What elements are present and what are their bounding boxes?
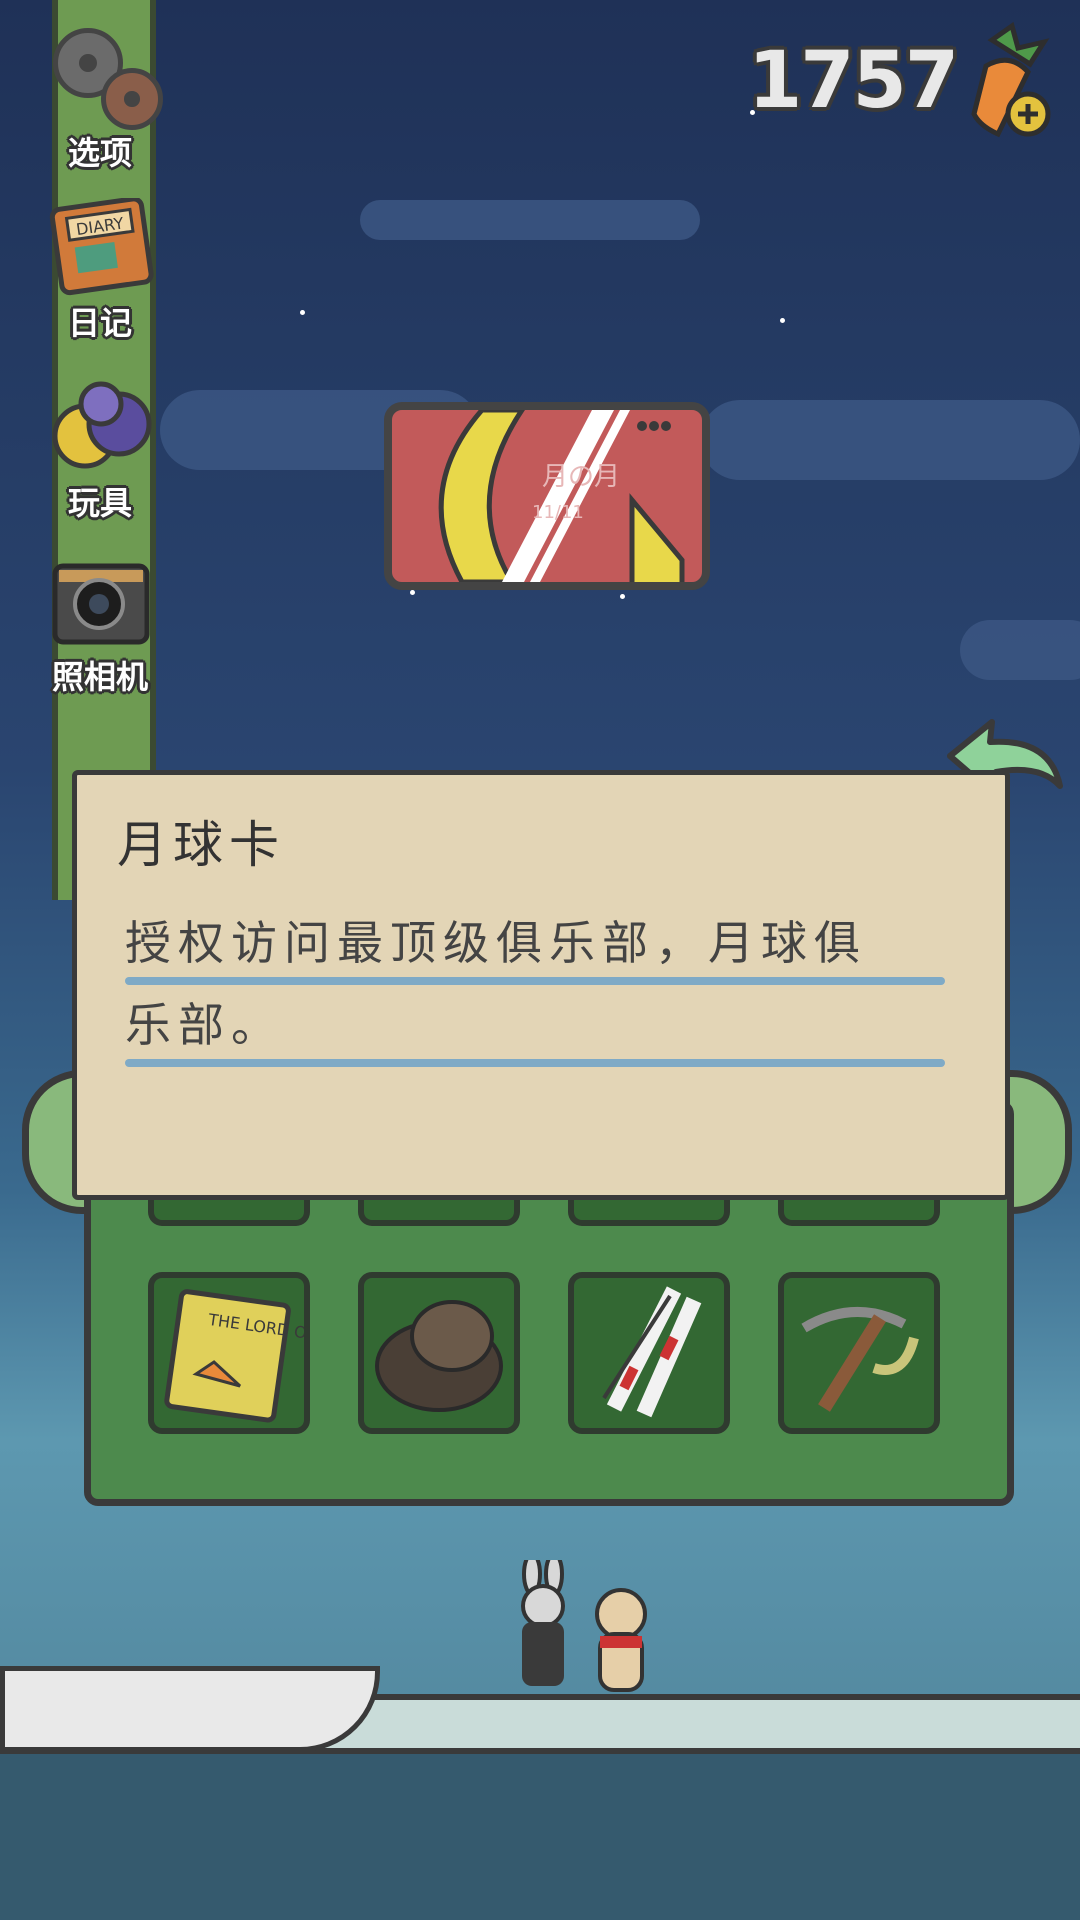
dialog-title: 月球卡: [117, 816, 285, 874]
dialog-description-line: 乐部。: [125, 998, 284, 1052]
inventory-slot-ski[interactable]: [568, 1272, 730, 1434]
inventory-slot-book[interactable]: THE LORD OF THE CARROTS 3: [148, 1272, 450, 1434]
book-lord-of-the-carrots-icon: THE LORD OF THE CARROTS 3: [164, 1289, 450, 1423]
diary-icon: DIARY: [45, 196, 155, 298]
gears-icon: [45, 28, 163, 130]
sidebar-item-label: 玩具: [67, 484, 132, 522]
camera-icon: [45, 552, 155, 652]
sidebar-item-label: 照相机: [51, 658, 148, 696]
moon-card-image: 月の月 11/11: [384, 402, 710, 590]
cloud: [960, 620, 1080, 680]
star: [620, 594, 625, 599]
moon-card-code: 11/11: [532, 502, 584, 523]
water: [0, 1748, 1080, 1920]
cloud: [360, 200, 700, 240]
star: [410, 590, 415, 595]
straw-hat-icon: [375, 1300, 503, 1412]
toys-icon: [45, 378, 155, 478]
ski-set-icon: [602, 1286, 702, 1418]
inventory-slot-straw-hat[interactable]: [358, 1272, 520, 1434]
sidebar-item-label: 选项: [67, 134, 132, 172]
item-info-dialog: 月球卡 授权访问最顶级俱乐部，月球俱 乐部。: [72, 770, 1010, 1200]
dialog-underline: [125, 977, 945, 985]
sidebar-item-options[interactable]: 选项: [30, 28, 170, 174]
inventory-slot-pickaxe[interactable]: [778, 1272, 940, 1434]
sidebar-item-diary[interactable]: DIARY 日记: [30, 196, 170, 344]
rabbit-character: [508, 1552, 578, 1694]
sidebar-item-camera[interactable]: 照相机: [30, 552, 170, 698]
boat: [0, 1666, 380, 1752]
dog-character: [586, 1584, 656, 1698]
cloud: [700, 400, 1080, 480]
sidebar-item-label: 日记: [67, 304, 132, 342]
carrot-count: 1757: [748, 36, 959, 126]
pickaxe-icon: [801, 1306, 919, 1412]
sidebar-item-toys[interactable]: 玩具: [30, 378, 170, 524]
moon-card-name: 月の月: [542, 462, 621, 492]
carrot-plus-icon[interactable]: [952, 21, 1062, 142]
star: [780, 318, 785, 323]
dialog-description-line: 授权访问最顶级俱乐部，月球俱: [125, 916, 867, 970]
star: [300, 310, 305, 315]
dialog-underline: [125, 1059, 945, 1067]
